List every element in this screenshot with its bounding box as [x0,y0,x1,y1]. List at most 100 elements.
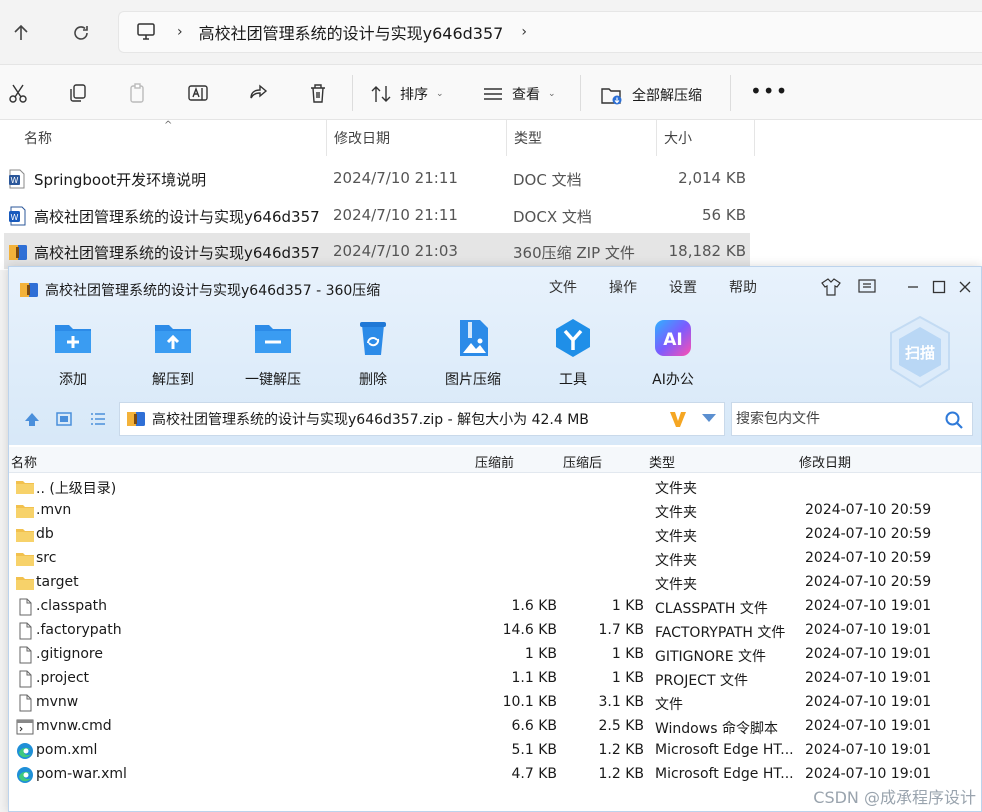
extract-to-button[interactable]: 解压到 [133,317,213,388]
archive-row[interactable]: .factorypath 14.6 KB 1.7 KB FACTORYPATH 文件 2… [9,619,981,643]
add-label: 添加 [59,372,87,388]
add-button[interactable]: 添加 [33,317,113,388]
entry-date: 2024-07-10 19:01 [805,694,932,710]
entry-type: PROJECT 文件 [655,673,748,689]
list-view-icon[interactable] [89,410,107,428]
entry-date: 2024-07-10 19:01 [805,718,932,734]
scan-button[interactable]: 扫描 [885,313,955,393]
delete-icon[interactable] [306,81,330,105]
view-button[interactable]: 查看 ⌄ [482,84,556,104]
svg-text:W: W [11,176,19,185]
file-date: 2024/7/10 21:11 [333,169,458,187]
column-header-name[interactable]: 名称 [11,452,37,471]
thumbnail-view-icon[interactable] [55,410,73,428]
image-compress-button[interactable]: 图片压缩 [433,317,513,388]
zip-app-icon [20,283,38,297]
tools-button[interactable]: 工具 [533,317,613,388]
one-click-extract-button[interactable]: 一键解压 [233,317,313,388]
copy-icon[interactable] [66,81,90,105]
up-level-icon[interactable] [23,410,41,428]
rename-icon[interactable] [186,81,210,105]
archive-search-input[interactable] [736,411,936,427]
column-header-date[interactable]: 修改日期 [799,452,851,471]
column-header-after[interactable]: 压缩后 [563,452,602,471]
column-header-type[interactable]: 类型 [514,120,542,156]
address-path[interactable]: 高校社团管理系统的设计与实现y646d357 [199,20,504,44]
extract-to-icon [155,325,191,353]
folder-icon [15,526,35,544]
sort-button[interactable]: 排序 ⌄ [370,84,444,104]
entry-type: 文件夹 [655,553,697,569]
delete-button[interactable]: 删除 [333,317,413,388]
menu-settings[interactable]: 设置 [669,277,697,297]
entry-name: db [36,526,54,542]
archive-row[interactable]: mvnw 10.1 KB 3.1 KB 文件 2024-07-10 19:01 [9,691,981,715]
column-header-name[interactable]: 名称 [24,120,52,156]
view-icon [484,88,502,100]
chevron-down-icon[interactable] [702,414,716,422]
archive-row[interactable]: .mvn 文件夹 2024-07-10 20:59 [9,499,981,523]
entry-type: Microsoft Edge HT... [655,742,794,758]
share-icon[interactable] [246,81,270,105]
archive-row[interactable]: .gitignore 1 KB 1 KB GITIGNORE 文件 2024-07-10… [9,643,981,667]
extract-folder-icon [601,88,622,105]
scan-label: 扫描 [905,344,935,362]
extract-all-button[interactable]: 全部解压缩 [600,84,702,106]
archive-row[interactable]: mvnw.cmd 6.6 KB 2.5 KB Windows 命令脚本 2024-07-… [9,715,981,739]
entry-size-before: 10.1 KB [502,694,557,710]
file-row-selected[interactable]: 高校社团管理系统的设计与实现y646d357 2024/7/10 21:03 3… [4,233,750,269]
up-arrow-icon[interactable] [6,18,36,48]
chevron-right-icon[interactable]: › [177,24,183,40]
close-icon[interactable] [955,277,975,297]
search-icon[interactable] [944,410,964,430]
column-header-before[interactable]: 压缩前 [475,452,514,471]
archive-row[interactable]: src 文件夹 2024-07-10 20:59 [9,547,981,571]
ai-office-button[interactable]: AI AI办公 [633,317,713,388]
more-options-icon[interactable]: ••• [750,79,788,103]
archive-row[interactable]: pom.xml 5.1 KB 1.2 KB Microsoft Edge HT... 2… [9,739,981,763]
entry-name: mvnw.cmd [36,718,112,734]
address-bar[interactable]: › 高校社团管理系统的设计与实现y646d357 › [118,11,982,53]
archive-row[interactable]: db 文件夹 2024-07-10 20:59 [9,523,981,547]
archive-row[interactable]: .project 1.1 KB 1 KB PROJECT 文件 2024-07-10 1… [9,667,981,691]
chevron-right-icon[interactable]: › [521,24,527,40]
entry-size-before: 1.6 KB [511,598,558,614]
entry-type: FACTORYPATH 文件 [655,625,786,641]
entry-date: 2024-07-10 19:01 [805,742,932,758]
column-header-type[interactable]: 类型 [649,452,675,471]
entry-date: 2024-07-10 20:59 [805,574,932,590]
explorer-address-row: › 高校社团管理系统的设计与实现y646d357 › [0,0,982,64]
archive-row[interactable]: target 文件夹 2024-07-10 20:59 [9,571,981,595]
maximize-icon[interactable] [929,277,949,297]
menu-operation[interactable]: 操作 [609,277,637,297]
minimize-icon[interactable] [903,277,923,297]
file-row[interactable]: W 高校社团管理系统的设计与实现y646d357 2024/7/10 21:11… [4,197,750,233]
entry-name: .factorypath [36,622,122,638]
one-click-extract-icon [255,325,291,353]
feedback-icon[interactable] [857,277,877,297]
file-size: 2,014 KB [678,169,746,187]
entry-date: 2024-07-10 19:01 [805,622,932,638]
window-title-text: 高校社团管理系统的设计与实现y646d357 - 360压缩 [45,283,381,299]
menu-file[interactable]: 文件 [549,277,577,297]
refresh-icon[interactable] [66,18,96,48]
v-logo-icon[interactable] [668,409,688,429]
recycle-bin-icon [360,322,386,355]
extract-all-label: 全部解压缩 [632,88,702,104]
cut-icon[interactable] [6,81,30,105]
entry-date: 2024-07-10 19:01 [805,598,932,614]
menu-help[interactable]: 帮助 [729,277,757,297]
entry-size-before: 5.1 KB [511,742,558,758]
zip-archive-icon [8,242,27,262]
edge-icon [15,742,35,760]
file-row[interactable]: W Springboot开发环境说明 2024/7/10 21:11 DOC 文… [4,160,750,196]
entry-name: target [36,574,79,590]
file-icon [15,598,35,616]
archive-row[interactable]: .classpath 1.6 KB 1 KB CLASSPATH 文件 2024-07-… [9,595,981,619]
archive-search-box[interactable] [731,402,973,436]
column-header-date[interactable]: 修改日期 [334,120,390,156]
archive-row[interactable]: .. (上级目录) 文件夹 [9,475,981,499]
column-header-size[interactable]: 大小 [664,120,692,156]
archive-path-box[interactable]: 高校社团管理系统的设计与实现y646d357.zip - 解包大小为 42.4 … [119,402,725,436]
skin-shirt-icon[interactable] [821,277,841,297]
